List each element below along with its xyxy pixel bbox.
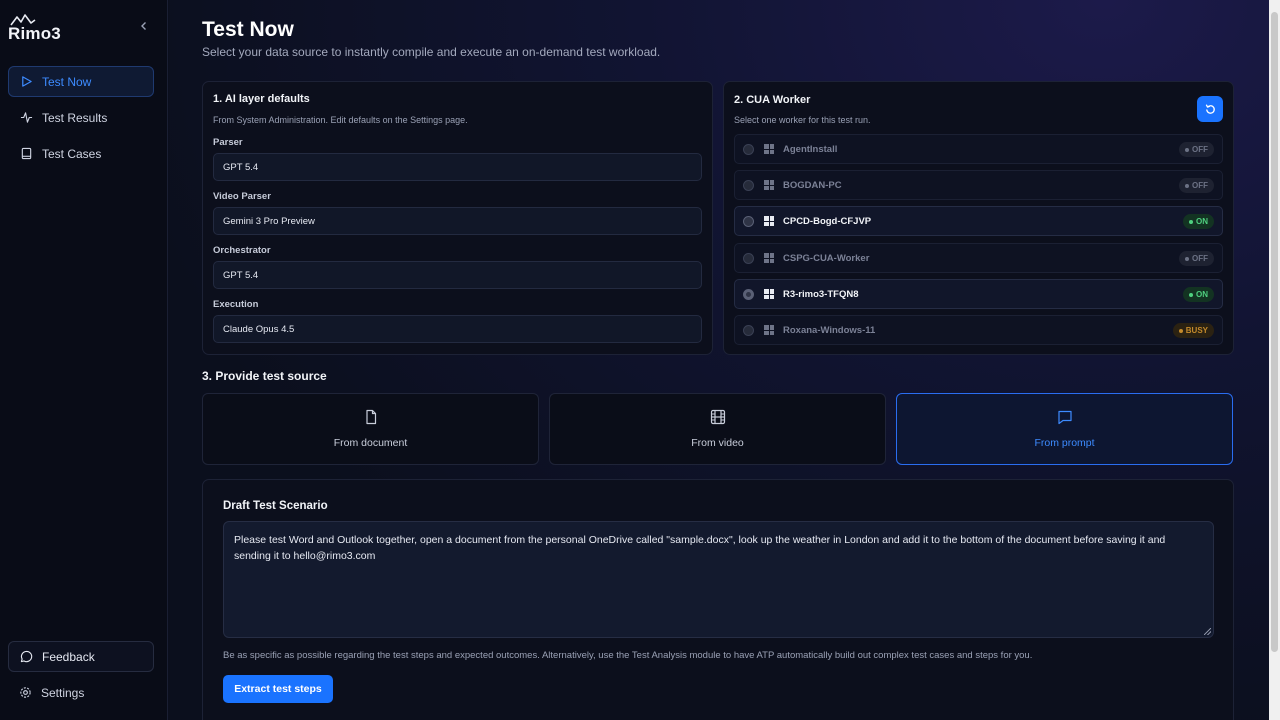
source-option-document[interactable]: From document	[202, 393, 539, 465]
worker-row-cspg-cua-worker[interactable]: CSPG-CUA-Worker OFF	[734, 243, 1223, 273]
feedback-button[interactable]: Feedback	[8, 641, 154, 672]
play-icon	[22, 76, 32, 87]
parser-field: GPT 5.4	[213, 153, 702, 181]
source-option-label: From document	[333, 437, 408, 449]
worker-radio[interactable]	[743, 324, 754, 336]
film-icon	[710, 409, 725, 425]
worker-name: CSPG-CUA-Worker	[783, 252, 870, 264]
scrollbar-thumb[interactable]	[1271, 12, 1278, 652]
windows-icon	[764, 325, 774, 335]
chevron-left-icon	[141, 22, 146, 30]
extract-test-steps-button[interactable]: Extract test steps	[223, 675, 333, 703]
cua-worker-title: 2. CUA Worker	[734, 94, 811, 106]
source-option-label: From prompt	[1034, 437, 1095, 449]
worker-row-r3-rimo3-tfqn8[interactable]: R3-rimo3-TFQN8 ON	[734, 279, 1223, 309]
settings-button[interactable]: Settings	[8, 677, 154, 708]
ai-defaults-title: 1. AI layer defaults	[213, 93, 310, 105]
status-badge: OFF	[1179, 178, 1214, 193]
settings-label: Settings	[41, 685, 85, 700]
status-badge: OFF	[1179, 142, 1214, 157]
worker-row-cpcd-bogd-cfjvp[interactable]: CPCD-Bogd-CFJVP ON	[734, 206, 1223, 236]
feedback-label: Feedback	[42, 649, 95, 664]
refresh-workers-button[interactable]	[1197, 96, 1223, 122]
activity-icon	[20, 112, 33, 123]
status-badge: ON	[1183, 287, 1214, 302]
parser-value: GPT 5.4	[223, 161, 259, 173]
logo-text: Rimo3	[8, 24, 61, 43]
sidebar: Rimo3 Test Now Test Results Test Cases F…	[0, 0, 168, 720]
windows-icon	[764, 253, 774, 263]
worker-radio[interactable]	[743, 179, 754, 191]
draft-scenario-textarea[interactable]: Please test Word and Outlook together, o…	[223, 521, 1214, 638]
source-option-video[interactable]: From video	[549, 393, 886, 465]
status-badge: OFF	[1179, 251, 1214, 266]
worker-name: R3-rimo3-TFQN8	[783, 288, 859, 300]
execution-value: Claude Opus 4.5	[223, 323, 295, 335]
worker-row-bogdan-pc[interactable]: BOGDAN-PC OFF	[734, 170, 1223, 200]
worker-row-agentinstall[interactable]: AgentInstall OFF	[734, 134, 1223, 164]
execution-field: Claude Opus 4.5	[213, 315, 702, 343]
worker-name: BOGDAN-PC	[783, 179, 842, 191]
page-subtitle: Select your data source to instantly com…	[202, 45, 661, 59]
parser-label: Parser	[213, 137, 243, 148]
windows-icon	[764, 144, 774, 154]
cua-worker-card: 2. CUA Worker Select one worker for this…	[723, 81, 1234, 355]
sidebar-nav: Test Now Test Results Test Cases	[8, 66, 154, 174]
windows-icon	[764, 216, 774, 226]
main-content: Test Now Select your data source to inst…	[169, 0, 1269, 720]
book-icon	[21, 147, 32, 160]
worker-name: CPCD-Bogd-CFJVP	[783, 215, 872, 227]
ai-defaults-card: 1. AI layer defaults From System Adminis…	[202, 81, 713, 355]
status-badge: ON	[1183, 214, 1214, 229]
sidebar-item-label: Test Results	[42, 110, 108, 125]
message-circle-icon	[20, 650, 33, 663]
sidebar-item-test-results[interactable]: Test Results	[8, 102, 154, 133]
page-title: Test Now	[202, 18, 294, 41]
draft-scenario-title: Draft Test Scenario	[223, 500, 328, 512]
worker-name: Roxana-Windows-11	[783, 324, 876, 336]
draft-scenario-card: Draft Test Scenario Please test Word and…	[202, 479, 1234, 720]
draft-hint: Be as specific as possible regarding the…	[223, 650, 1033, 661]
windows-icon	[764, 289, 774, 299]
worker-radio[interactable]	[743, 143, 754, 155]
document-icon	[365, 409, 376, 425]
cua-worker-subtitle: Select one worker for this test run.	[734, 115, 871, 125]
collapse-sidebar-button[interactable]	[136, 18, 152, 34]
worker-radio-selected[interactable]	[743, 288, 754, 300]
video-parser-value: Gemini 3 Pro Preview	[223, 215, 315, 227]
chat-icon	[1057, 410, 1072, 425]
sidebar-item-label: Test Cases	[42, 146, 102, 161]
status-badge: BUSY	[1172, 323, 1214, 338]
video-parser-label: Video Parser	[213, 191, 271, 202]
sidebar-item-test-cases[interactable]: Test Cases	[8, 138, 154, 169]
source-option-prompt[interactable]: From prompt	[896, 393, 1233, 465]
worker-row-roxana-windows-11[interactable]: Roxana-Windows-11 BUSY	[734, 315, 1223, 345]
execution-label: Execution	[213, 299, 259, 310]
worker-name: AgentInstall	[783, 143, 838, 155]
sidebar-item-test-now[interactable]: Test Now	[8, 66, 154, 97]
video-parser-field: Gemini 3 Pro Preview	[213, 207, 702, 235]
orchestrator-field: GPT 5.4	[213, 261, 702, 289]
ai-defaults-subtitle: From System Administration. Edit default…	[213, 115, 468, 125]
orchestrator-value: GPT 5.4	[223, 269, 259, 281]
rimo3-logo[interactable]: Rimo3	[8, 14, 68, 43]
orchestrator-label: Orchestrator	[213, 245, 271, 256]
resize-handle-icon[interactable]	[1204, 628, 1211, 635]
source-option-label: From video	[691, 437, 744, 449]
worker-radio[interactable]	[743, 252, 754, 264]
test-source-title: 3. Provide test source	[202, 369, 327, 383]
draft-scenario-text: Please test Word and Outlook together, o…	[234, 534, 1166, 562]
worker-radio[interactable]	[743, 215, 754, 227]
sidebar-bottom: Feedback Settings	[8, 641, 154, 708]
windows-icon	[764, 180, 774, 190]
gear-icon	[20, 687, 31, 698]
sidebar-item-label: Test Now	[42, 74, 92, 89]
page-scrollbar[interactable]	[1269, 0, 1280, 720]
refresh-icon	[1205, 103, 1215, 114]
